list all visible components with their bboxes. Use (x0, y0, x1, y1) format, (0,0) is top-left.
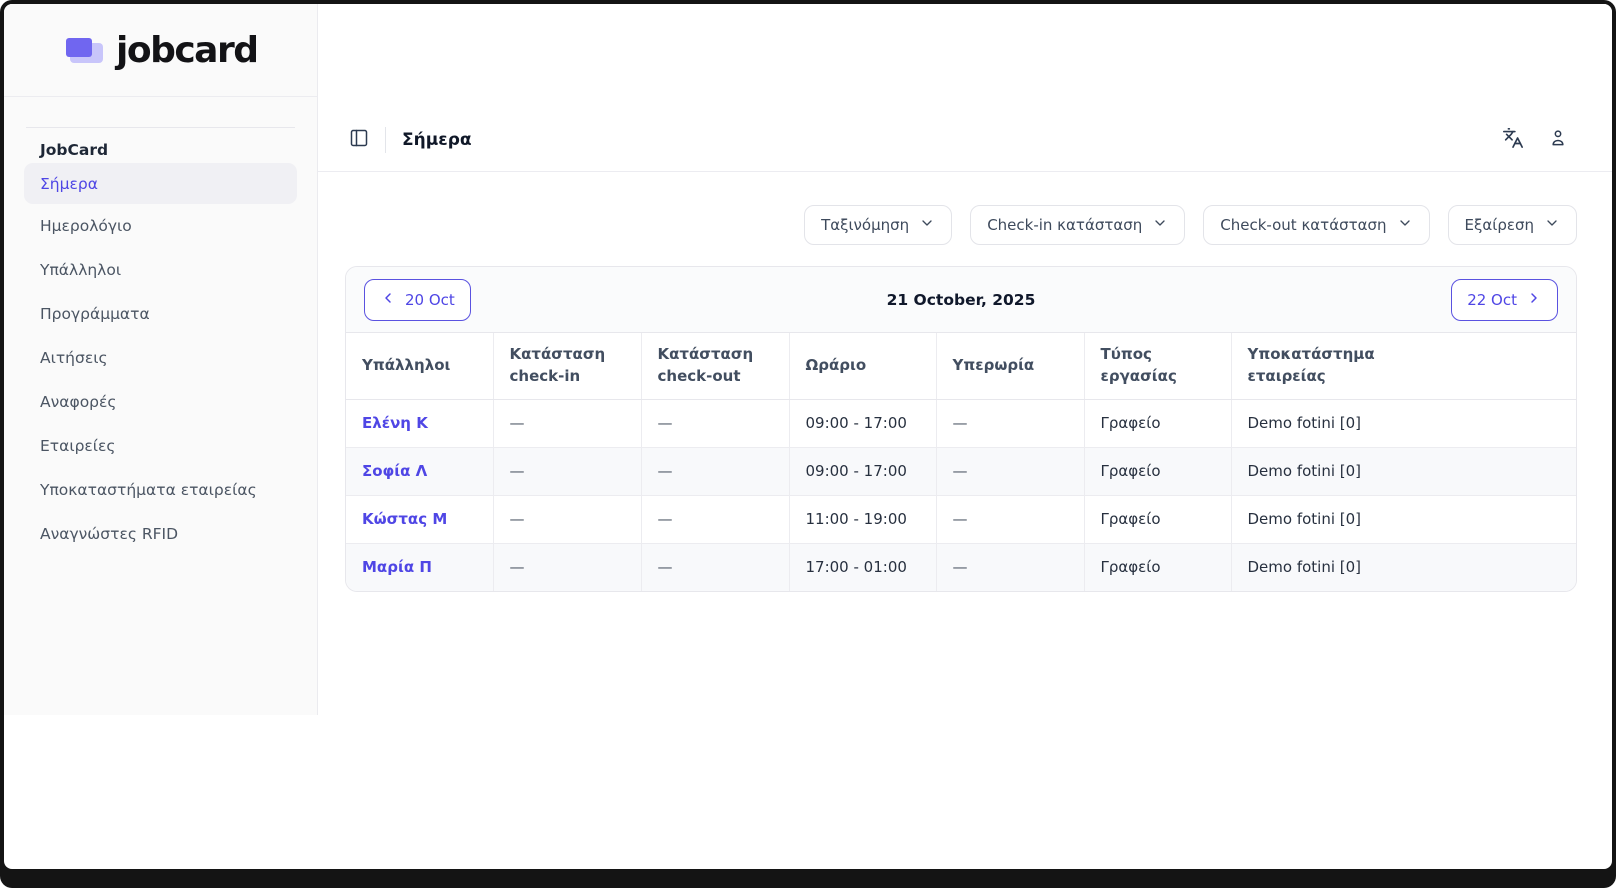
checkout-status-value: — (658, 510, 673, 528)
checkin-status-value: — (510, 558, 525, 576)
sidebar-item-reports[interactable]: Αναφορές (4, 380, 317, 424)
column-header-work-type: Τύπος εργασίας (1084, 333, 1231, 399)
topbar-actions (1500, 125, 1570, 154)
chevron-left-icon (380, 290, 396, 310)
branch-value: Demo fotini [0] (1248, 414, 1362, 432)
table-row: Μαρία Π — — 17:00 - 01:00 — Γραφείο Demo… (346, 543, 1576, 591)
language-button[interactable] (1500, 125, 1526, 154)
checkin-status-value: — (510, 462, 525, 480)
sort-dropdown-label: Ταξινόμηση (821, 216, 909, 234)
logo-text: jobcard (116, 30, 258, 71)
checkout-status-label: Check-out κατάσταση (1220, 216, 1386, 234)
sidebar-item-employees[interactable]: Υπάλληλοι (4, 248, 317, 292)
checkout-status-dropdown[interactable]: Check-out κατάσταση (1203, 205, 1429, 245)
next-day-button[interactable]: 22 Oct (1451, 279, 1558, 321)
checkin-status-label: Check-in κατάσταση (987, 216, 1142, 234)
overtime-value: — (953, 558, 968, 576)
date-navigation: 20 Oct 21 October, 2025 22 Oct (346, 267, 1576, 333)
prev-day-button[interactable]: 20 Oct (364, 279, 471, 321)
overtime-value: — (953, 414, 968, 432)
column-header-checkin-status: Κατάσταση check-in (493, 333, 641, 399)
table-header-row: Υπάλληλοι Κατάσταση check-in Κατάσταση c… (346, 333, 1576, 399)
sidebar-item-today[interactable]: Σήμερα (24, 163, 297, 204)
attendance-table: Υπάλληλοι Κατάσταση check-in Κατάσταση c… (346, 333, 1576, 591)
employee-link[interactable]: Μαρία Π (362, 558, 432, 576)
today-card: 20 Oct 21 October, 2025 22 Oct (345, 266, 1577, 592)
overtime-value: — (953, 510, 968, 528)
window-frame: jobcard JobCard Σήμερα Ημερολόγιο Υπάλλη… (0, 0, 1616, 888)
panel-left-icon (349, 128, 369, 151)
column-header-checkout-status: Κατάσταση check-out (641, 333, 789, 399)
work-type-value: Γραφείο (1101, 510, 1161, 528)
next-day-label: 22 Oct (1467, 291, 1517, 309)
chevron-down-icon (1152, 215, 1168, 235)
sidebar-item-company-branches[interactable]: Υποκαταστήματα εταιρείας (4, 468, 317, 512)
languages-icon (1502, 127, 1524, 152)
sidebar-item-requests[interactable]: Αιτήσεις (4, 336, 317, 380)
checkout-status-value: — (658, 414, 673, 432)
sort-dropdown[interactable]: Ταξινόμηση (804, 205, 952, 245)
main-content: Σήμερα (318, 4, 1612, 715)
column-header-schedule: Ωράριο (789, 333, 936, 399)
employee-link[interactable]: Σοφία Λ (362, 462, 427, 480)
chevron-down-icon (1397, 215, 1413, 235)
checkin-status-value: — (510, 510, 525, 528)
schedule-value: 09:00 - 17:00 (806, 462, 907, 480)
branch-value: Demo fotini [0] (1248, 558, 1362, 576)
work-type-value: Γραφείο (1101, 414, 1161, 432)
sidebar-item-calendar[interactable]: Ημερολόγιο (4, 204, 317, 248)
employee-link[interactable]: Κώστας Μ (362, 510, 447, 528)
schedule-value: 11:00 - 19:00 (806, 510, 907, 528)
app-layout: jobcard JobCard Σήμερα Ημερολόγιο Υπάλλη… (4, 4, 1612, 715)
employee-link[interactable]: Ελένη Κ (362, 414, 428, 432)
topbar: Σήμερα (318, 108, 1612, 172)
chevron-down-icon (1544, 215, 1560, 235)
schedule-value: 09:00 - 17:00 (806, 414, 907, 432)
chevron-down-icon (919, 215, 935, 235)
topbar-divider (385, 127, 386, 153)
sidebar-nav: Σήμερα Ημερολόγιο Υπάλληλοι Προγράμματα … (4, 163, 317, 556)
filter-toolbar: Ταξινόμηση Check-in κατάσταση Check-out … (345, 205, 1577, 245)
checkin-status-dropdown[interactable]: Check-in κατάσταση (970, 205, 1185, 245)
work-type-value: Γραφείο (1101, 558, 1161, 576)
sidebar-item-schedules[interactable]: Προγράμματα (4, 292, 317, 336)
branch-value: Demo fotini [0] (1248, 510, 1362, 528)
table-row: Ελένη Κ — — 09:00 - 17:00 — Γραφείο Demo… (346, 399, 1576, 447)
sidebar-toggle-button[interactable] (347, 126, 371, 153)
table-row: Κώστας Μ — — 11:00 - 19:00 — Γραφείο Dem… (346, 495, 1576, 543)
export-dropdown[interactable]: Εξαίρεση (1448, 205, 1577, 245)
schedule-value: 17:00 - 01:00 (806, 558, 907, 576)
export-dropdown-label: Εξαίρεση (1465, 216, 1534, 234)
sidebar: jobcard JobCard Σήμερα Ημερολόγιο Υπάλλη… (4, 4, 318, 715)
chevron-right-icon (1526, 290, 1542, 310)
sidebar-divider (26, 127, 295, 128)
overtime-value: — (953, 462, 968, 480)
user-menu-button[interactable] (1546, 126, 1570, 153)
branch-value: Demo fotini [0] (1248, 462, 1362, 480)
current-date-label: 21 October, 2025 (471, 291, 1451, 309)
column-header-company-branch: Υποκατάστημα εταιρείας (1231, 333, 1576, 399)
logo[interactable]: jobcard (4, 4, 317, 97)
checkout-status-value: — (658, 462, 673, 480)
work-type-value: Γραφείο (1101, 462, 1161, 480)
page-title: Σήμερα (402, 130, 472, 150)
jobcard-logo-icon (66, 38, 104, 63)
sidebar-item-companies[interactable]: Εταιρείες (4, 424, 317, 468)
checkout-status-value: — (658, 558, 673, 576)
sidebar-section-label: JobCard (40, 141, 317, 159)
column-header-employees: Υπάλληλοι (346, 333, 493, 399)
logo-front-square (66, 38, 92, 57)
user-icon (1548, 128, 1568, 151)
prev-day-label: 20 Oct (405, 291, 455, 309)
sidebar-item-rfid-readers[interactable]: Αναγνώστες RFID (4, 512, 317, 556)
checkin-status-value: — (510, 414, 525, 432)
app-window: jobcard JobCard Σήμερα Ημερολόγιο Υπάλλη… (4, 4, 1612, 869)
table-row: Σοφία Λ — — 09:00 - 17:00 — Γραφείο Demo… (346, 447, 1576, 495)
column-header-overtime: Υπερωρία (936, 333, 1084, 399)
